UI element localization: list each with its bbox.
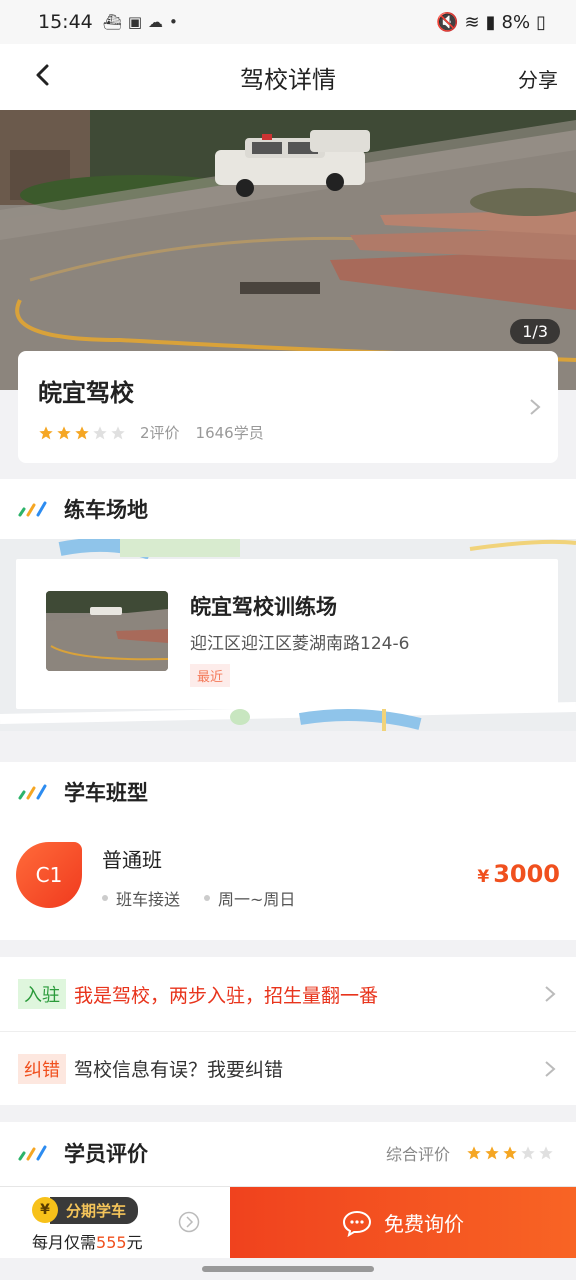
section-logo-icon [18,784,47,800]
class-feature: 班车接送 [102,886,180,910]
nearest-tag: 最近 [190,664,231,687]
battery-level: 8% [501,11,531,33]
star-filled-icon [57,425,71,439]
class-price: ¥3000 [477,860,560,888]
share-button[interactable]: 分享 [518,64,558,93]
inquiry-label: 免费询价 [384,1212,464,1236]
venue-map[interactable]: 皖宜驾校训练场 迎江区迎江区菱湖南路124-6 最近 [0,539,576,731]
correction-link[interactable]: 纠错 驾校信息有误？我要纠错 [0,1031,576,1105]
back-arrow-icon[interactable] [28,60,58,90]
chevron-right-icon [545,986,556,1002]
star-filled-icon [39,425,53,439]
status-time: 15:44 [38,11,93,33]
gallery-icon: ▣ [127,13,142,31]
venue-address: 迎江区迎江区菱湖南路124-6 [190,634,410,654]
notification-icons: ⛴ ▣ ☁ • [103,13,178,31]
section-header: 学员评价 综合评价 [0,1122,576,1184]
cloud-icon: ☁ [148,13,163,31]
notification-app-icon: ⛴ [102,13,122,31]
action-links: 入驻 我是驾校，两步入驻，招生量翻一番 纠错 驾校信息有误？我要纠错 [0,957,576,1105]
join-label: 入驻 [18,979,66,1009]
venue-card[interactable]: 皖宜驾校训练场 迎江区迎江区菱湖南路124-6 最近 [16,559,558,709]
section-header: 练车场地 [0,479,576,539]
status-bar: 15:44 ⛴ ▣ ☁ • 🔇 ≋ ▮ 8% ▯ [0,0,576,44]
license-type-badge: C1 [16,842,82,908]
correction-label: 纠错 [18,1053,66,1084]
correction-text: 驾校信息有误？我要纠错 [74,1059,284,1081]
class-name: 普通班 [102,848,162,872]
school-photo-carousel[interactable]: 1/3 [0,110,576,390]
venue-thumbnail [46,591,168,671]
battery-icon: ▯ [536,11,546,33]
star-filled-icon [467,1146,481,1160]
section-title: 学员评价 [64,1142,148,1166]
section-title: 练车场地 [64,498,148,522]
class-section: 学车班型 C1 普通班 班车接送 周一~周日 ¥3000 [0,762,576,940]
star-empty-icon [521,1146,535,1160]
join-link[interactable]: 入驻 我是驾校，两步入驻，招生量翻一番 [0,957,576,1031]
installment-label: 分期学车 [50,1196,139,1224]
nav-bar: 驾校详情 分享 [0,44,576,110]
review-count: 2评价 [140,424,180,442]
driving-range-photo [0,110,576,390]
venue-section: 练车场地 皖宜驾校训练场 迎江区迎江区菱湖南路124-6 最近 [0,479,576,731]
installment-button[interactable]: ¥ 分期学车 每月仅需555元 [0,1187,230,1258]
star-empty-icon [539,1146,553,1160]
school-name: 皖宜驾校 [38,379,134,407]
school-info-card[interactable]: 皖宜驾校 2评价 1646学员 [18,351,558,463]
free-inquiry-button[interactable]: 免费询价 [230,1187,576,1258]
star-filled-icon [75,425,89,439]
wifi-icon: ≋ [464,11,480,33]
join-text: 我是驾校，两步入驻，招生量翻一番 [74,984,379,1007]
star-empty-icon [111,425,125,439]
section-title: 学车班型 [64,781,148,805]
chevron-right-icon [530,399,541,415]
photo-counter: 1/3 [510,319,560,344]
section-header: 学车班型 [0,762,576,822]
monthly-payment: 每月仅需555元 [32,1233,143,1252]
star-empty-icon [93,425,107,439]
bottom-action-bar: ¥ 分期学车 每月仅需555元 免费询价 [0,1186,576,1258]
student-count: 1646学员 [195,424,264,442]
star-filled-icon [485,1146,499,1160]
signal-icon: ▮ [485,11,496,33]
class-features: 班车接送 周一~周日 [102,886,319,910]
mute-icon: 🔇 [436,11,459,33]
school-meta: 2评价 1646学员 [38,422,538,443]
home-indicator[interactable] [202,1266,374,1272]
overall-rating-stars [466,1145,554,1161]
star-filled-icon [503,1146,517,1160]
overall-rating-label: 综合评价 [385,1145,450,1164]
chevron-right-icon [545,1061,556,1077]
class-item[interactable]: C1 普通班 班车接送 周一~周日 ¥3000 [0,822,576,940]
status-right: 🔇 ≋ ▮ 8% ▯ [436,12,546,33]
page-title: 驾校详情 [240,65,336,94]
overall-rating: 综合评价 [386,1141,554,1165]
chevron-circle-icon [178,1211,200,1233]
class-feature: 周一~周日 [204,886,295,910]
installment-pill: ¥ 分期学车 [32,1196,230,1224]
more-dot-icon: • [169,13,178,31]
section-logo-icon [18,1145,47,1161]
coin-icon: ¥ [32,1197,58,1223]
review-section: 学员评价 综合评价 [0,1122,576,1186]
chat-bubble-icon [342,1210,372,1237]
school-rating-stars [38,425,126,441]
venue-info: 皖宜驾校训练场 迎江区迎江区菱湖南路124-6 最近 [190,591,409,709]
venue-name: 皖宜驾校训练场 [190,595,337,619]
section-logo-icon [18,501,47,517]
